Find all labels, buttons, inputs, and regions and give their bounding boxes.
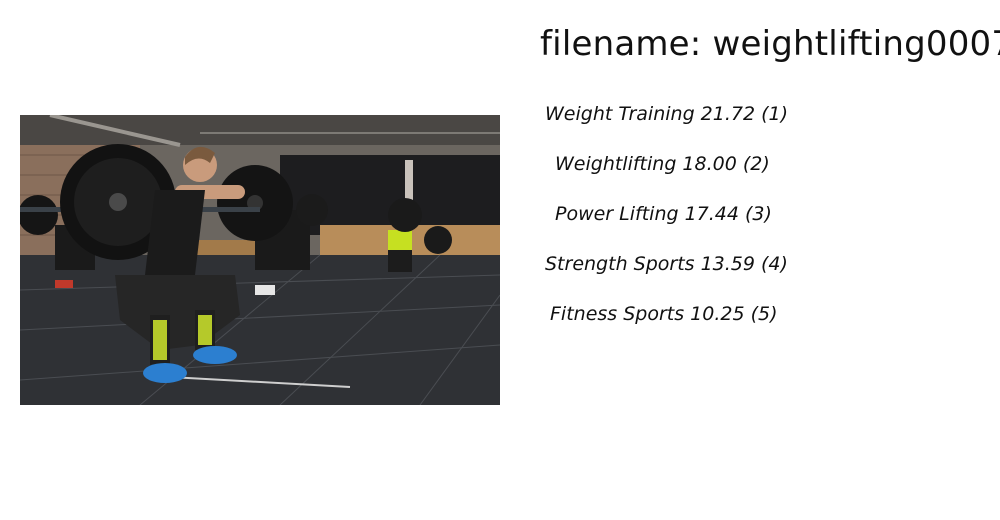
prediction-item: Fitness Sports 10.25 (5) <box>550 303 778 325</box>
prediction-item: Weight Training 21.72 (1) <box>545 103 789 125</box>
prediction-item: Weightlifting 18.00 (2) <box>555 153 770 175</box>
filename-title: filename: weightlifting0007.j <box>540 24 1000 64</box>
prediction-item: Power Lifting 17.44 (3) <box>555 203 772 225</box>
weightlifting-photo <box>20 115 500 405</box>
prediction-item: Strength Sports 13.59 (4) <box>545 253 788 275</box>
